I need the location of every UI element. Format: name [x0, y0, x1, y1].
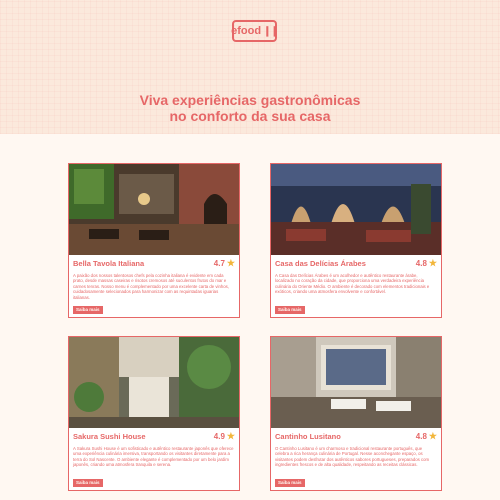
logo-text: efood [231, 25, 262, 37]
saiba-mais-button[interactable]: Saiba mais [73, 479, 103, 487]
rating-value: 4.7 [213, 259, 225, 268]
rating-value: 4.8 [415, 259, 427, 268]
restaurant-photo [69, 164, 239, 255]
rating-value: 4.9 [213, 432, 225, 441]
restaurant-card: Cantinho Lusitano 4.8 ★ O Cantinho Lusit… [270, 336, 442, 491]
restaurant-card: Sakura Sushi House 4.9 ★ A Sakura Sushi … [68, 336, 240, 491]
restaurant-name: Cantinho Lusitano [275, 432, 341, 441]
restaurant-rating: 4.7 ★ [214, 258, 235, 269]
restaurant-rating: 4.8 ★ [416, 258, 437, 269]
page-headline: Viva experiências gastronômicas no confo… [0, 92, 500, 124]
restaurant-photo [271, 164, 441, 255]
star-icon: ★ [226, 431, 235, 441]
restaurant-rating: 4.9 ★ [214, 431, 235, 442]
star-icon: ★ [226, 258, 235, 268]
headline-line-1: Viva experiências gastronômicas [139, 92, 361, 108]
star-icon: ★ [428, 258, 437, 268]
restaurant-card: Bella Tavola Italiana 4.7 ★ A paixão dos… [68, 163, 240, 318]
restaurant-name: Casa das Delícias Árabes [275, 259, 366, 268]
restaurant-description: A paixão dos nossos talentosos chefs pel… [73, 273, 229, 300]
efood-logo[interactable]: efood ❙❙ [231, 20, 279, 42]
restaurant-description: A Casa das Delícias Árabes é um acolhedo… [275, 273, 430, 295]
star-icon: ★ [428, 431, 437, 441]
saiba-mais-button[interactable]: Saiba mais [73, 306, 103, 314]
fork-knife-icon: ❙❙ [263, 25, 279, 37]
restaurant-name: Bella Tavola Italiana [73, 259, 145, 268]
restaurant-name: Sakura Sushi House [73, 432, 146, 441]
restaurant-photo [69, 337, 239, 428]
headline-line-2: no conforto da sua casa [169, 108, 331, 124]
restaurant-rating: 4.8 ★ [416, 431, 437, 442]
rating-value: 4.8 [415, 432, 427, 441]
restaurant-description: O Cantinho Lusitano é um charmoso e trad… [275, 446, 430, 468]
restaurant-description: A Sakura Sushi House é um sofisticado e … [73, 446, 234, 468]
restaurant-photo [271, 337, 441, 428]
saiba-mais-button[interactable]: Saiba mais [275, 306, 305, 314]
restaurant-card: Casa das Delícias Árabes 4.8 ★ A Casa da… [270, 163, 442, 318]
saiba-mais-button[interactable]: Saiba mais [275, 479, 305, 487]
